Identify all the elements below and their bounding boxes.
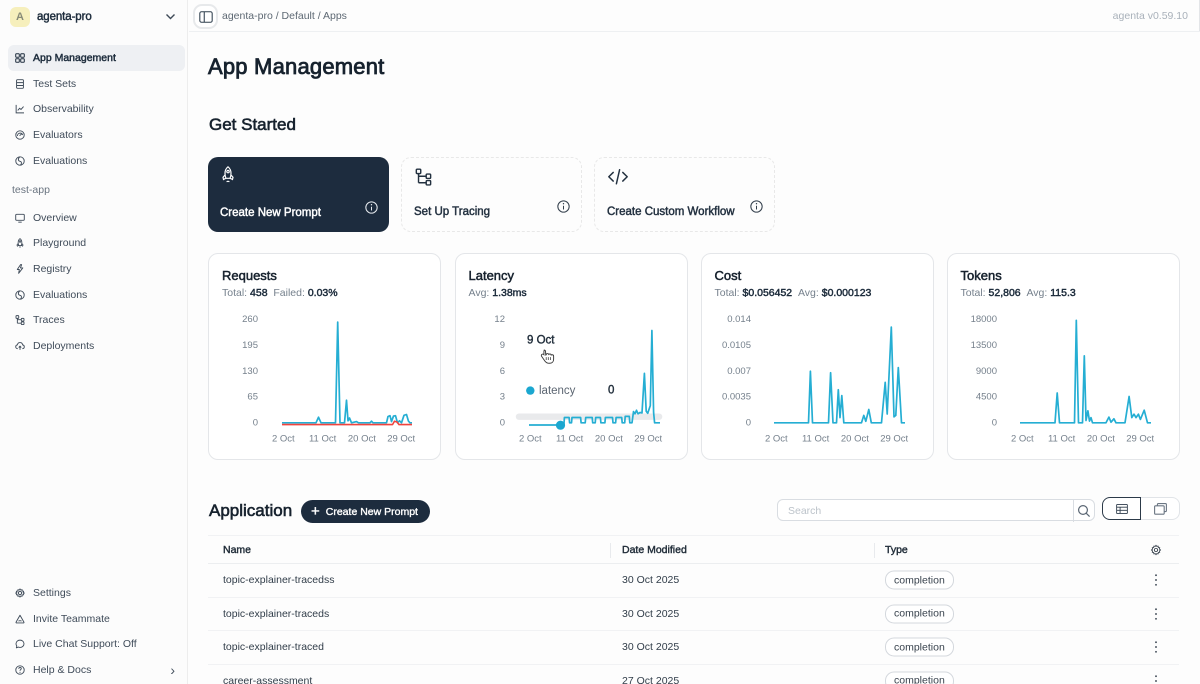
svg-text:29 Oct: 29 Oct [387,434,415,445]
svg-text:20 Oct: 20 Oct [840,434,868,445]
svg-text:130: 130 [242,366,258,377]
svg-text:13500: 13500 [970,340,996,351]
svg-text:11 Oct: 11 Oct [801,434,829,445]
svg-text:20 Oct: 20 Oct [348,434,376,445]
svg-text:260: 260 [242,314,258,325]
svg-text:0.0035: 0.0035 [721,392,750,403]
svg-text:29 Oct: 29 Oct [1126,434,1154,445]
svg-text:11 Oct: 11 Oct [1047,434,1075,445]
svg-text:0: 0 [745,417,750,428]
svg-text:0.007: 0.007 [727,366,751,377]
svg-text:0.0105: 0.0105 [721,340,750,351]
svg-text:20 Oct: 20 Oct [1086,434,1114,445]
svg-text:0: 0 [253,417,258,428]
svg-text:29 Oct: 29 Oct [880,434,908,445]
svg-text:2 Oct: 2 Oct [272,434,295,445]
svg-text:18000: 18000 [970,314,996,325]
svg-text:2 Oct: 2 Oct [1010,434,1033,445]
svg-text:29 Oct: 29 Oct [634,434,662,445]
svg-text:6: 6 [499,366,504,377]
svg-text:latency: latency [539,385,576,397]
svg-text:65: 65 [247,392,258,403]
svg-text:2 Oct: 2 Oct [518,434,541,445]
svg-text:9: 9 [499,340,504,351]
svg-text:20 Oct: 20 Oct [594,434,622,445]
svg-text:0: 0 [499,417,504,428]
svg-text:9000: 9000 [975,366,996,377]
svg-text:12: 12 [494,314,505,325]
svg-text:0: 0 [991,417,996,428]
svg-text:11 Oct: 11 Oct [555,434,583,445]
svg-text:2 Oct: 2 Oct [764,434,787,445]
svg-text:9 Oct: 9 Oct [527,335,555,347]
svg-text:0: 0 [608,385,614,397]
svg-text:4500: 4500 [975,392,996,403]
svg-text:0.014: 0.014 [727,314,751,325]
svg-text:11 Oct: 11 Oct [309,434,337,445]
svg-text:195: 195 [242,340,258,351]
svg-text:3: 3 [499,392,504,403]
